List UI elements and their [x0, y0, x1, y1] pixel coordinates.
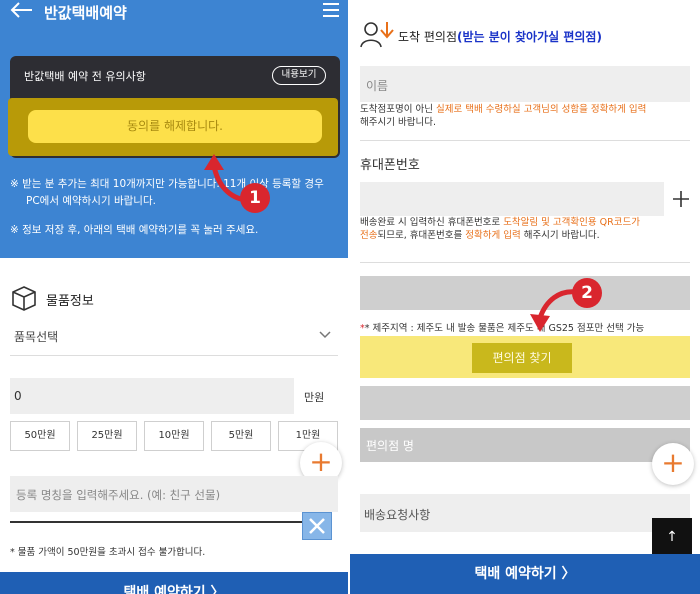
store-info-field [360, 386, 690, 420]
phone-label: 휴대폰번호 [360, 158, 420, 173]
find-store-button[interactable]: 편의점 찾기 [472, 343, 572, 373]
plus-icon[interactable] [671, 189, 691, 209]
amount-50-button[interactable]: 50만원 [10, 421, 70, 451]
box-icon [12, 286, 36, 311]
view-content-button[interactable]: 내용보기 [272, 66, 326, 85]
notice-note-1: ※ 받는 분 추가는 최대 10개까지만 가능합니다. 11개 이상 등록할 경… [10, 178, 324, 207]
divider [360, 140, 690, 141]
delivery-request-placeholder: 배송요청사항 [364, 508, 431, 522]
add-recipient-plus-icon[interactable]: + [652, 443, 694, 485]
price-limit-note: * 물품 가액이 50만원을 초과시 접수 불가합니다. [10, 547, 206, 558]
scroll-top-button[interactable]: ↑ [652, 518, 692, 556]
left-screen: 반값택배예약 반값택배 예약 전 유의사항 내용보기 동의를 해제합니다. ※ … [0, 0, 348, 594]
recipient-name-input[interactable] [360, 66, 690, 102]
arrival-store-title: 도착 편의점(받는 분이 찾아가실 편의점) [398, 30, 602, 44]
step-badge-2: 2 [572, 278, 602, 308]
page-title: 반값택배예약 [44, 4, 127, 22]
person-arrow-icon [360, 22, 394, 48]
notice-title: 반값택배 예약 전 유의사항 [24, 70, 146, 83]
amount-value: 0 [14, 389, 22, 403]
name-description: 도착점포명이 아닌 실제로 택배 수령하실 고객님의 성함을 정확하게 입력 해… [360, 104, 647, 128]
agree-toggle-button[interactable]: 동의를 해제합니다. [28, 110, 322, 143]
divider [360, 262, 690, 263]
phone-input[interactable] [360, 182, 664, 216]
amount-unit: 만원 [304, 391, 325, 404]
reserve-delivery-button[interactable]: 택배 예약하기 〉 [0, 572, 348, 594]
amount-10-button[interactable]: 10만원 [144, 421, 204, 451]
jeju-note: ** 제주지역 : 제주도 내 발송 물품은 제주도 내 GS25 점포만 선택… [360, 323, 645, 334]
right-screen: 도착 편의점(받는 분이 찾아가실 편의점) 이름 도착점포명이 아닌 실제로 … [350, 0, 700, 594]
recipient-name-placeholder: 이름 [366, 79, 389, 93]
back-arrow-icon[interactable] [8, 0, 34, 20]
amount-input[interactable] [10, 378, 294, 414]
chevron-down-icon [319, 331, 331, 339]
store-name-label: 편의점 명 [366, 439, 414, 453]
goods-section-title: 물품정보 [46, 294, 94, 309]
amount-5-button[interactable]: 5만원 [211, 421, 271, 451]
phone-description: 배송완료 시 입력하신 휴대폰번호로 도착알림 및 고객확인용 QR코드가 전송… [360, 217, 640, 241]
registration-name-placeholder: 등록 명칭을 입력해주세요. (예: 친구 선물) [16, 488, 221, 502]
amount-25-button[interactable]: 25만원 [77, 421, 137, 451]
item-select-value: 품목선택 [14, 330, 59, 344]
close-icon[interactable] [302, 512, 332, 540]
item-select[interactable] [10, 316, 338, 356]
input-underline [10, 521, 302, 523]
step-badge-1: 1 [240, 183, 270, 213]
reserve-delivery-button[interactable]: 택배 예약하기 〉 [350, 554, 700, 594]
notice-note-2: ※ 정보 저장 후, 아래의 택배 예약하기를 꼭 눌러 주세요. [10, 224, 259, 236]
menu-icon[interactable] [322, 2, 340, 18]
